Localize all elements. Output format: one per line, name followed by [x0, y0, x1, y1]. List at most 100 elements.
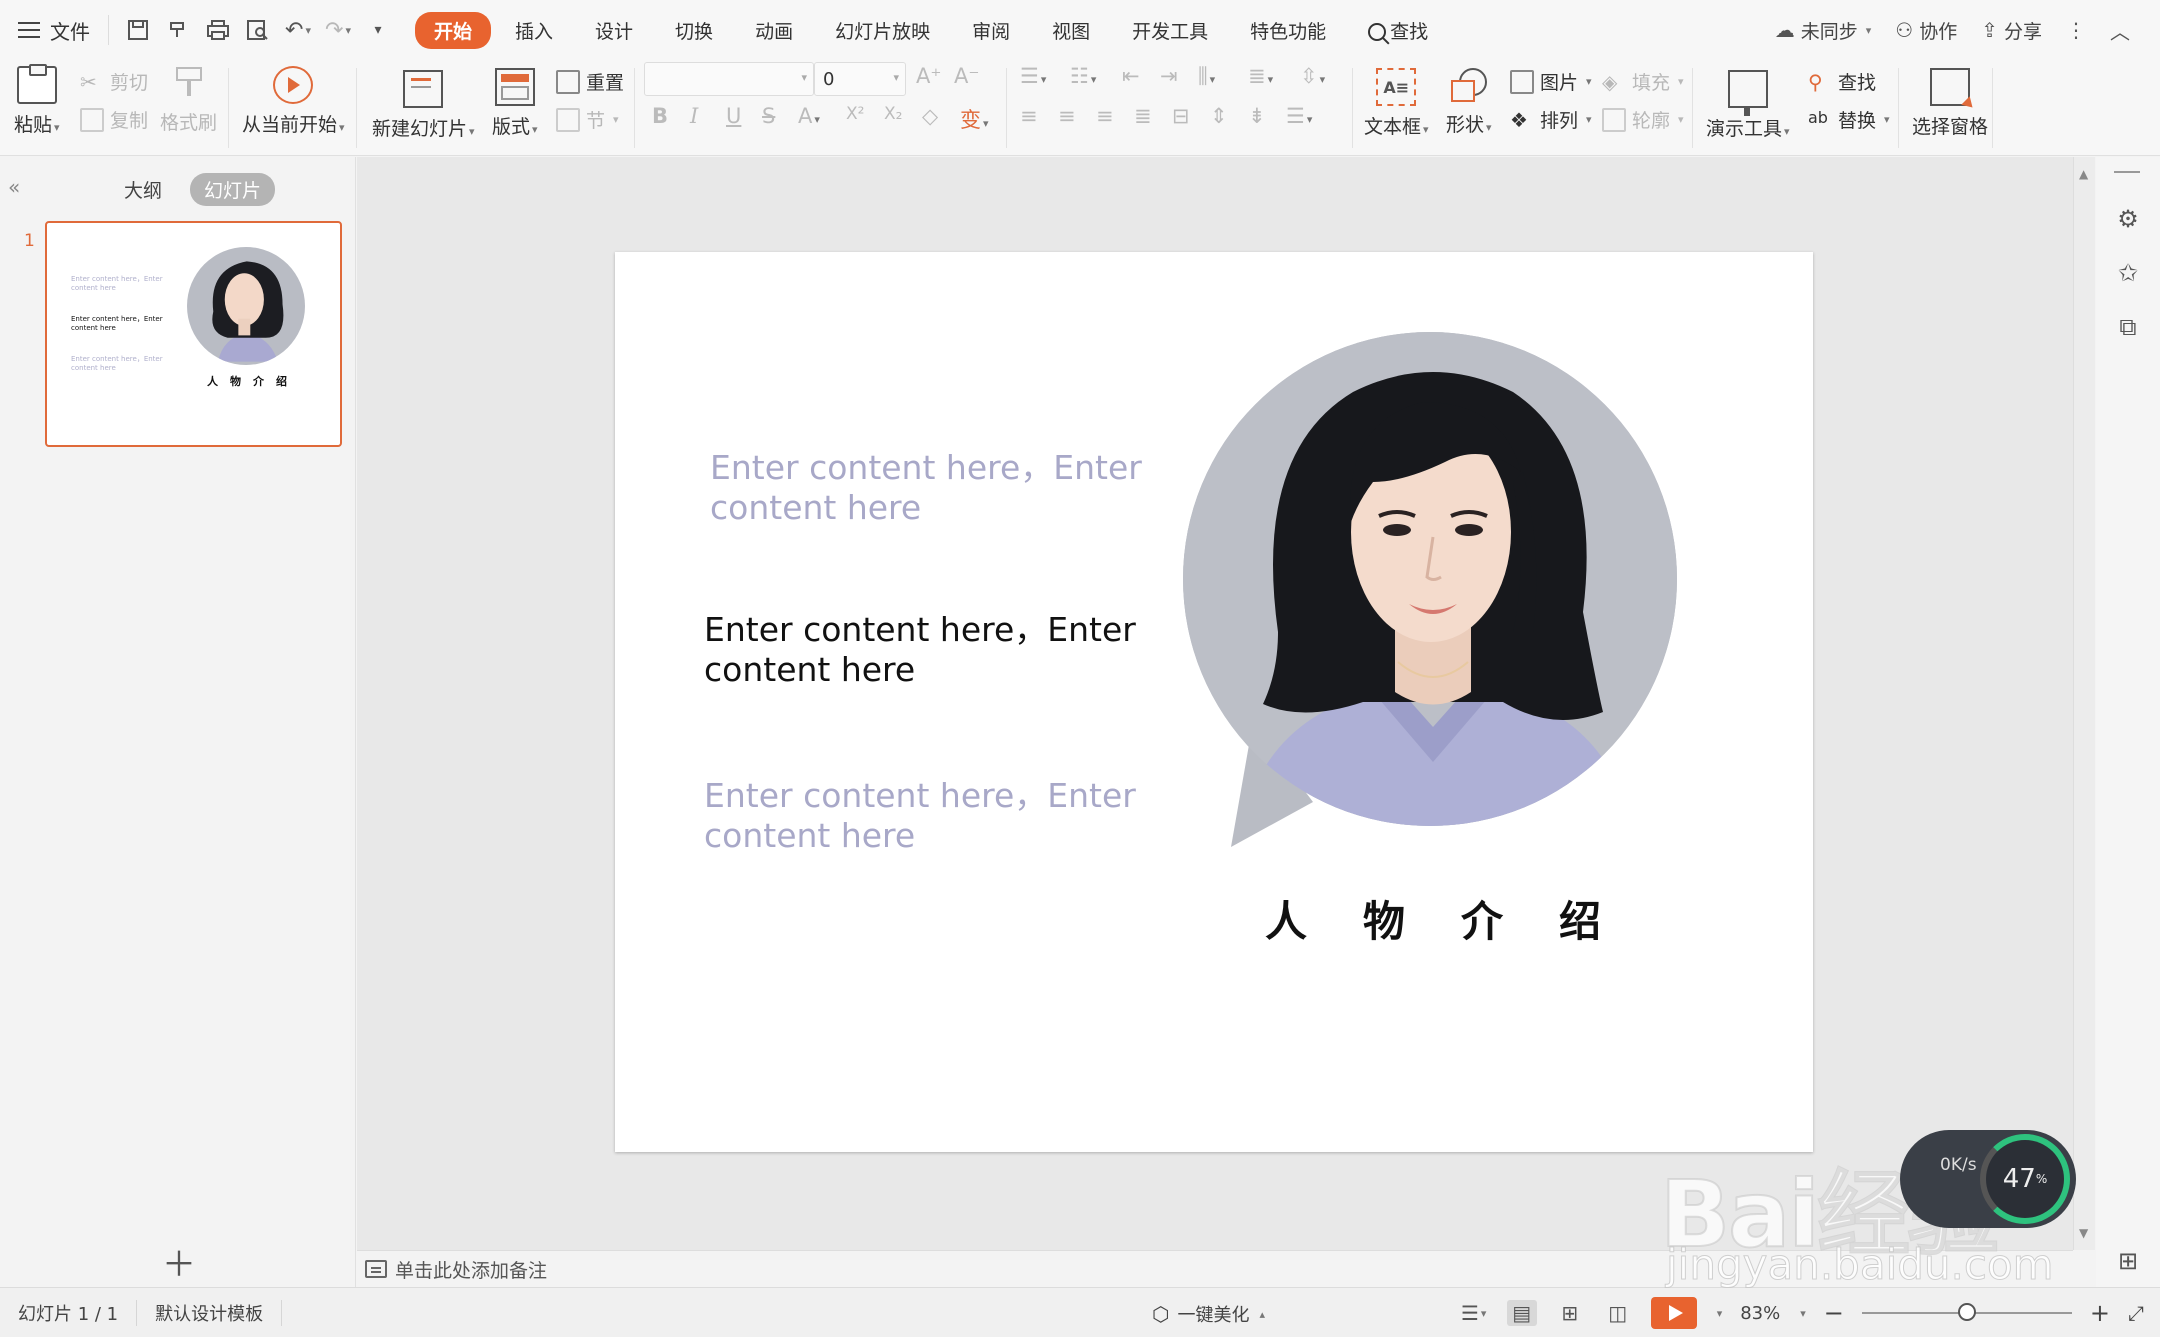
picture-button[interactable]: 图片 ▾ [1510, 68, 1592, 95]
zoom-in-icon[interactable]: + [2090, 1299, 2110, 1327]
collapse-panel-icon[interactable]: « [8, 175, 20, 199]
fill-button[interactable]: ◈ 填充 ▾ [1602, 68, 1684, 95]
textbox-button[interactable]: A≡ 文本框 ▾ [1364, 64, 1429, 139]
presentation-tools-button[interactable]: 演示工具 ▾ [1706, 64, 1790, 141]
vertical-scrollbar[interactable]: ▲ ▼ [2073, 157, 2095, 1250]
slideshow-dropdown-icon[interactable]: ▾ [1717, 1307, 1723, 1320]
collapse-ribbon-button[interactable]: ︿ [2110, 16, 2130, 45]
collaborate-button[interactable]: ⚇ 协作 [1895, 17, 1957, 44]
vertical-align-icon[interactable]: ⇕ [1210, 104, 1228, 128]
tab-design[interactable]: 设计 [577, 13, 651, 48]
print-icon[interactable] [203, 15, 233, 45]
align-right-icon[interactable]: ≡ [1096, 104, 1114, 128]
sync-status-button[interactable]: ☁ 未同步 ▾ [1775, 17, 1872, 44]
subscript-icon[interactable]: X₂ [884, 104, 902, 124]
share-button[interactable]: ⇪ 分享 [1981, 17, 2042, 44]
print-preview-icon[interactable] [243, 15, 273, 45]
reset-button[interactable]: 重置 [556, 68, 624, 95]
scroll-down-icon[interactable]: ▼ [2079, 1226, 2088, 1240]
bold-icon[interactable]: B [652, 104, 668, 128]
tab-transitions[interactable]: 切换 [657, 13, 731, 48]
replace-button[interactable]: ab 替换 ▾ [1808, 106, 1890, 133]
tab-view[interactable]: 视图 [1034, 13, 1108, 48]
find-button[interactable]: ⚲ 查找 [1808, 68, 1876, 95]
text-effect-icon[interactable]: 变 ▾ [960, 104, 989, 134]
outline-button[interactable]: 轮廓 ▾ [1602, 106, 1684, 133]
format-painter-quick-icon[interactable] [163, 15, 193, 45]
zoom-slider[interactable] [1861, 1303, 2072, 1321]
copy-button[interactable]: 复制 [80, 106, 148, 133]
slide-text-middle[interactable]: Enter content here，Enter content here [704, 610, 1164, 690]
save-icon[interactable] [123, 15, 153, 45]
columns-icon[interactable]: ⫼ ▾ [1198, 64, 1215, 89]
tab-special-features[interactable]: 特色功能 [1232, 13, 1344, 48]
tab-animation[interactable]: 动画 [737, 13, 811, 48]
decrease-font-icon[interactable]: A⁻ [954, 64, 979, 88]
text-direction-icon[interactable]: ⇳ ▾ [1300, 64, 1325, 88]
tab-review[interactable]: 审阅 [954, 13, 1028, 48]
more-options-button[interactable]: ⋮ [2066, 18, 2086, 42]
design-template-label[interactable]: 默认设计模板 [137, 1299, 283, 1326]
bullet-list-icon[interactable]: ☰ ▾ [1020, 64, 1046, 88]
tab-developer[interactable]: 开发工具 [1114, 13, 1226, 48]
clear-format-icon[interactable]: ◇ [922, 104, 938, 128]
file-menu[interactable]: 文件 [0, 0, 108, 60]
zoom-out-icon[interactable]: − [1824, 1299, 1844, 1327]
slide[interactable]: Enter content here，Enter content here En… [615, 252, 1813, 1152]
portrait-bubble[interactable] [1173, 332, 1681, 852]
grid-view-icon[interactable]: ⊞ [2114, 1247, 2142, 1275]
paste-button[interactable]: 粘贴 ▾ [14, 64, 60, 137]
tab-slides[interactable]: 幻灯片 [190, 173, 276, 206]
new-slide-button[interactable]: 新建幻灯片 ▾ [372, 64, 475, 141]
tab-outline[interactable]: 大纲 [110, 173, 176, 206]
selection-pane-button[interactable]: 选择窗格 [1912, 64, 1988, 139]
slide-text-top[interactable]: Enter content here，Enter content here [710, 448, 1170, 528]
slide-title[interactable]: 人物介绍 [1265, 888, 1657, 949]
redo-icon[interactable]: ↷ ▾ [323, 15, 353, 45]
decrease-indent-icon[interactable]: ⇤ [1122, 64, 1140, 88]
align-center-icon[interactable]: ≡ [1058, 104, 1076, 128]
properties-icon[interactable]: ⚙ [2114, 205, 2142, 233]
search-command[interactable]: 查找 [1350, 13, 1446, 48]
superscript-icon[interactable]: X² [846, 104, 864, 124]
beautify-button[interactable]: ⬡ 一键美化 ▴ [1152, 1301, 1265, 1327]
undo-icon[interactable]: ↶ ▾ [283, 15, 313, 45]
increase-indent-icon[interactable]: ⇥ [1160, 64, 1178, 88]
underline-icon[interactable]: U [726, 104, 741, 128]
align-left-icon[interactable]: ≡ [1020, 104, 1038, 128]
tab-home[interactable]: 开始 [415, 11, 492, 49]
shape-button[interactable]: 形状 ▾ [1446, 64, 1492, 137]
notes-area[interactable]: 单击此处添加备注 [357, 1250, 2073, 1287]
animation-pane-icon[interactable]: ✩ [2114, 259, 2142, 287]
distribute-icon[interactable]: ⊟ [1172, 104, 1190, 128]
normal-view-icon[interactable]: ▤ [1506, 1300, 1537, 1326]
font-name-combobox[interactable]: ▾ [644, 62, 814, 96]
increase-font-icon[interactable]: A⁺ [916, 64, 941, 88]
slide-switch-icon[interactable]: ⧉ [2114, 313, 2142, 341]
scroll-up-icon[interactable]: ▲ [2079, 167, 2088, 181]
notes-toggle-icon[interactable]: ☰ ▾ [1459, 1300, 1489, 1326]
paragraph-settings-icon[interactable]: ☰ ▾ [1286, 104, 1312, 128]
cut-button[interactable]: ✂ 剪切 [80, 68, 148, 95]
reading-view-icon[interactable]: ◫ [1603, 1300, 1633, 1326]
arrange-button[interactable]: ❖ 排列 ▾ [1510, 106, 1592, 133]
format-painter-button[interactable]: 格式刷 [160, 64, 217, 135]
add-slide-button[interactable]: ＋ [162, 1237, 196, 1286]
slideshow-play-button[interactable] [1650, 1297, 1697, 1329]
slide-thumbnail[interactable]: Enter content here，Enter content here En… [45, 221, 342, 447]
slide-sorter-icon[interactable]: ⊞ [1555, 1300, 1585, 1326]
tab-insert[interactable]: 插入 [497, 13, 571, 48]
font-size-combobox[interactable]: 0 ▾ [814, 62, 906, 96]
paragraph-spacing-icon[interactable]: ⇟ [1248, 104, 1266, 128]
italic-icon[interactable]: I [690, 104, 698, 128]
section-button[interactable]: 节 ▾ [556, 106, 619, 133]
zoom-level[interactable]: 83% [1740, 1303, 1780, 1324]
customize-quick-access-icon[interactable]: ▾ [363, 15, 393, 45]
slide-text-bottom[interactable]: Enter content here，Enter content here [704, 776, 1164, 856]
font-color-icon[interactable]: A ▾ [798, 104, 820, 128]
tab-slideshow[interactable]: 幻灯片放映 [817, 13, 948, 48]
play-from-current-button[interactable]: 从当前开始 ▾ [242, 64, 345, 137]
line-spacing-icon[interactable]: ≣ ▾ [1248, 64, 1273, 88]
justify-icon[interactable]: ≣ [1134, 104, 1152, 128]
numbered-list-icon[interactable]: ☷ ▾ [1070, 64, 1096, 88]
